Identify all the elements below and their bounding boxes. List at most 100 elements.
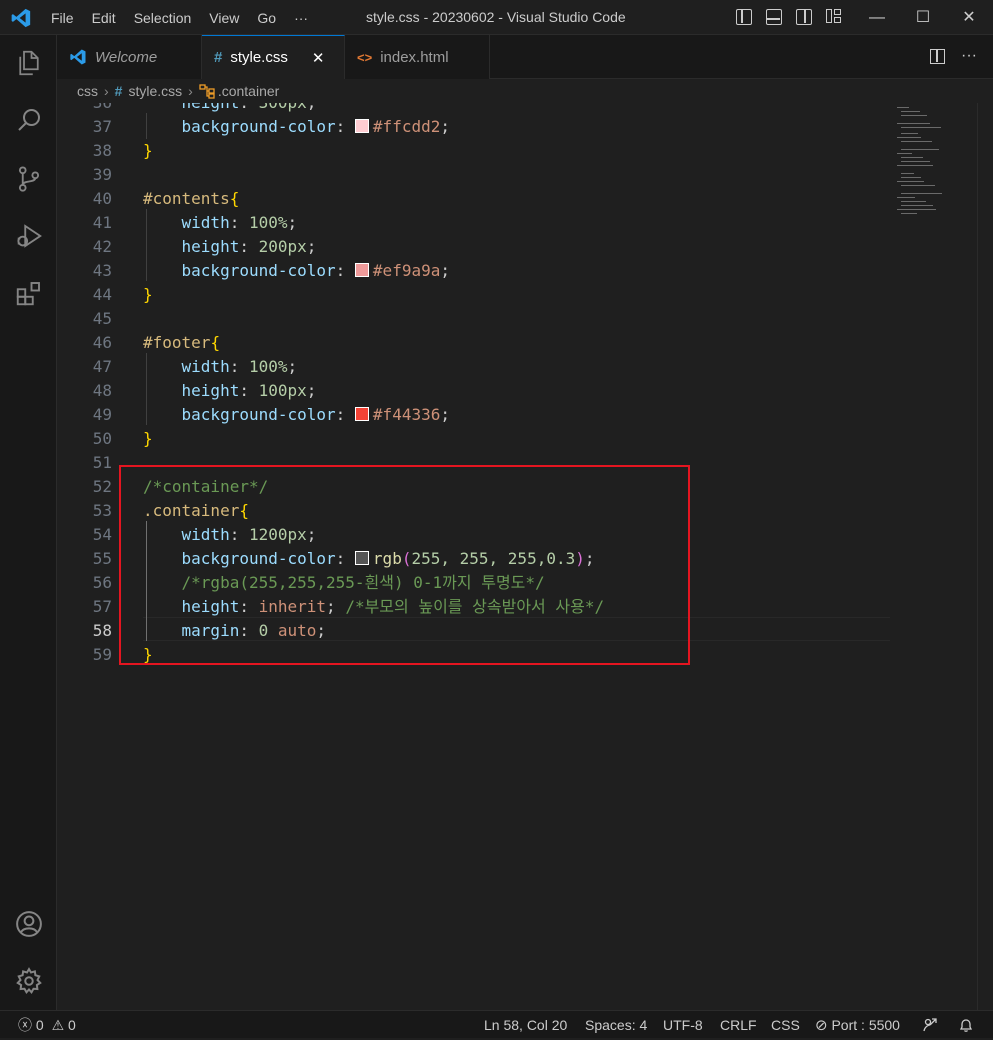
css-value: #ffcdd2 bbox=[372, 117, 441, 136]
tab-close-icon[interactable]: ✕ bbox=[312, 49, 325, 67]
semicolon: ; bbox=[440, 261, 450, 280]
breadcrumb-file[interactable]: style.css bbox=[128, 83, 182, 99]
colon: : bbox=[239, 237, 259, 256]
toggle-secondary-sidebar-icon[interactable] bbox=[796, 9, 812, 25]
code-line[interactable]: 40 #contents{ bbox=[57, 187, 890, 211]
semicolon: ; bbox=[307, 103, 317, 112]
menu-go[interactable]: Go bbox=[248, 10, 285, 26]
breadcrumb-folder[interactable]: css bbox=[77, 83, 98, 99]
minimap-line bbox=[901, 157, 923, 158]
css-file-icon: # bbox=[114, 83, 123, 99]
colon: : bbox=[335, 117, 355, 136]
minimize-button[interactable]: — bbox=[854, 0, 900, 35]
minimap-line bbox=[901, 115, 927, 116]
minimap-line bbox=[901, 177, 921, 178]
code-line[interactable]: 36 height: 300px; bbox=[57, 103, 890, 115]
run-debug-button[interactable] bbox=[0, 212, 57, 260]
code-line[interactable]: 39 bbox=[57, 163, 890, 187]
language-mode[interactable]: CSS bbox=[771, 1011, 800, 1039]
toggle-panel-icon[interactable] bbox=[766, 9, 782, 25]
accounts-button[interactable] bbox=[0, 900, 57, 948]
color-swatch[interactable] bbox=[354, 263, 369, 277]
tab-welcome[interactable]: Welcome bbox=[57, 35, 202, 79]
code-line[interactable]: 41 width: 100%; bbox=[57, 211, 890, 235]
code-line[interactable]: 48 height: 100px; bbox=[57, 379, 890, 403]
code-text: background-color: #ef9a9a; bbox=[143, 259, 450, 283]
manage-button[interactable] bbox=[0, 957, 57, 1005]
code-line[interactable]: 37 background-color: #ffcdd2; bbox=[57, 115, 890, 139]
menu-view[interactable]: View bbox=[200, 10, 248, 26]
code-text: background-color: #ffcdd2; bbox=[143, 115, 450, 139]
explorer-button[interactable] bbox=[0, 39, 57, 87]
files-icon bbox=[18, 50, 39, 76]
tab-style-css[interactable]: # style.css ✕ bbox=[202, 35, 345, 79]
code-line[interactable]: 50} bbox=[57, 427, 890, 451]
menu-selection[interactable]: Selection bbox=[125, 10, 201, 26]
tab-index-html[interactable]: <> index.html bbox=[345, 35, 490, 79]
class-symbol-icon bbox=[199, 84, 215, 99]
code-line[interactable]: 47 width: 100%; bbox=[57, 355, 890, 379]
warning-count: 0 bbox=[68, 1017, 76, 1033]
minimap-line bbox=[897, 209, 936, 210]
brace: } bbox=[143, 141, 153, 160]
split-editor-icon[interactable] bbox=[930, 49, 946, 64]
customize-layout-icon[interactable] bbox=[826, 9, 842, 25]
line-number: 52 bbox=[92, 477, 112, 496]
menu-edit[interactable]: Edit bbox=[83, 10, 125, 26]
colon: : bbox=[239, 381, 259, 400]
line-number: 39 bbox=[92, 165, 112, 184]
minimap-line bbox=[901, 161, 930, 162]
minimap-line bbox=[901, 111, 920, 112]
code-line[interactable]: 38} bbox=[57, 139, 890, 163]
minimap-line bbox=[897, 181, 924, 182]
more-actions-icon[interactable]: ··· bbox=[961, 47, 977, 65]
maximize-button[interactable]: ☐ bbox=[900, 0, 946, 35]
color-swatch[interactable] bbox=[354, 407, 369, 421]
css-value: 300px bbox=[259, 103, 307, 112]
semicolon: ; bbox=[306, 381, 317, 400]
toggle-primary-sidebar-icon[interactable] bbox=[736, 9, 752, 25]
line-number: 58 bbox=[92, 621, 112, 640]
problems-indicator[interactable]: ⓧ 0 ⚠ 0 bbox=[18, 1011, 76, 1039]
minimap[interactable] bbox=[895, 103, 977, 233]
menu-file[interactable]: File bbox=[42, 10, 83, 26]
copilot-icon[interactable] bbox=[922, 1011, 938, 1039]
extensions-icon bbox=[16, 282, 40, 306]
search-button[interactable] bbox=[0, 96, 57, 144]
color-swatch[interactable] bbox=[354, 119, 369, 133]
source-control-icon bbox=[18, 166, 39, 192]
error-count: 0 bbox=[35, 1017, 44, 1033]
source-control-button[interactable] bbox=[0, 155, 57, 203]
vertical-scrollbar[interactable] bbox=[977, 103, 993, 1010]
code-line[interactable]: 42 height: 200px; bbox=[57, 235, 890, 259]
live-server-status[interactable]: ⊘ Port : 5500 bbox=[815, 1011, 900, 1040]
code-line[interactable]: 45 bbox=[57, 307, 890, 331]
menu-more[interactable]: ··· bbox=[285, 10, 317, 26]
tab-bar: Welcome # style.css ✕ <> index.html ··· bbox=[57, 35, 993, 79]
menu-bar: File Edit Selection View Go ··· bbox=[42, 0, 317, 35]
indentation-setting[interactable]: Spaces: 4 bbox=[585, 1011, 647, 1039]
semicolon: ; bbox=[440, 405, 450, 424]
minimap-line bbox=[901, 141, 932, 142]
breadcrumb-symbol[interactable]: .container bbox=[218, 83, 279, 99]
cursor-position[interactable]: Ln 58, Col 20 bbox=[484, 1011, 567, 1039]
code-line[interactable]: 44} bbox=[57, 283, 890, 307]
semicolon: ; bbox=[287, 357, 298, 376]
close-button[interactable]: ✕ bbox=[946, 0, 992, 35]
css-property: height bbox=[181, 381, 240, 400]
extensions-button[interactable] bbox=[0, 269, 57, 317]
eol-setting[interactable]: CRLF bbox=[720, 1011, 757, 1039]
bell-icon[interactable] bbox=[958, 1011, 974, 1039]
encoding-setting[interactable]: UTF-8 bbox=[663, 1011, 703, 1039]
line-number: 57 bbox=[92, 597, 112, 616]
code-text: height: 300px; bbox=[143, 103, 317, 115]
minimap-line bbox=[901, 127, 941, 128]
code-line[interactable]: 46 #footer{ bbox=[57, 331, 890, 355]
code-line[interactable]: 49 background-color: #f44336; bbox=[57, 403, 890, 427]
code-line[interactable]: 43 background-color: #ef9a9a; bbox=[57, 259, 890, 283]
